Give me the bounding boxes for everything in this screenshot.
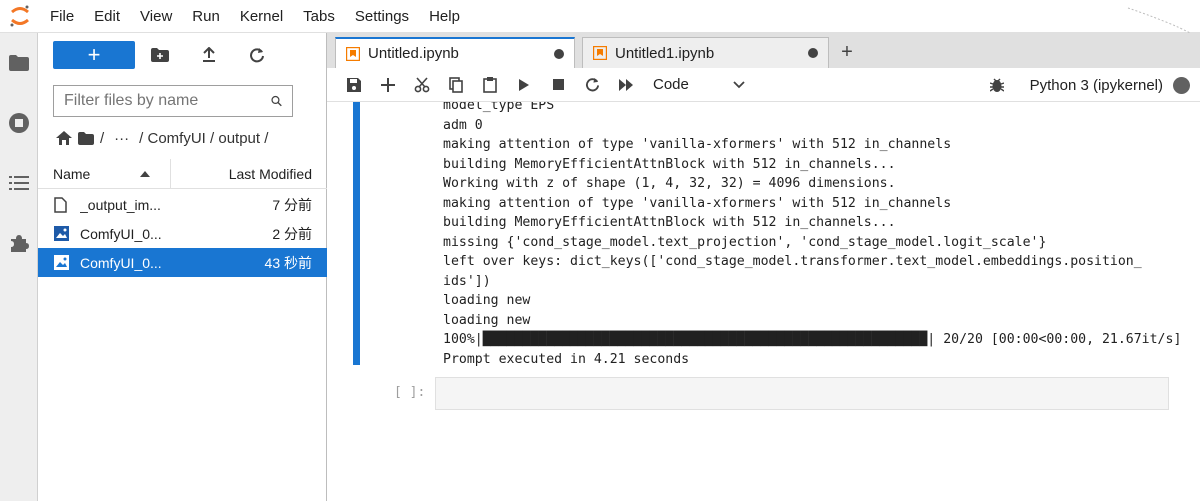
output-line: 100%|███████████████████████████████████… — [443, 332, 1182, 347]
main-area: Untitled.ipynb Untitled1.ipynb + Code Py… — [327, 33, 1200, 501]
file-modified: 2 分前 — [272, 225, 312, 242]
output-line: loading new — [443, 293, 531, 308]
cell-type-value: Code — [653, 76, 689, 93]
file-row[interactable]: ComfyUI_0... 2 分前 — [38, 219, 327, 248]
tab-untitled1[interactable]: Untitled1.ipynb — [582, 37, 829, 68]
folder-icon[interactable] — [78, 131, 94, 145]
tab-untitled[interactable]: Untitled.ipynb — [335, 37, 575, 68]
bug-debugger-icon[interactable] — [989, 77, 1004, 93]
menu-settings[interactable]: Settings — [345, 0, 419, 33]
running-stop-icon[interactable] — [0, 105, 38, 141]
search-icon — [271, 95, 282, 107]
jupyter-logo-icon — [0, 0, 40, 33]
column-name-label: Name — [53, 165, 91, 182]
menu-tabs[interactable]: Tabs — [293, 0, 345, 33]
unsaved-dot-icon[interactable] — [554, 48, 564, 59]
new-folder-button[interactable] — [146, 41, 174, 69]
interrupt-button[interactable] — [541, 68, 575, 102]
upload-button[interactable] — [195, 41, 223, 69]
file-name: _output_im... — [80, 196, 161, 213]
run-button[interactable] — [507, 68, 541, 102]
output-line: building MemoryEfficientAttnBlock with 5… — [443, 156, 896, 172]
file-browser: + / ··· / ComfyUI / output / Name Last M… — [38, 33, 327, 501]
tab-bar: Untitled.ipynb Untitled1.ipynb + — [327, 33, 1200, 68]
kernel-name[interactable]: Python 3 (ipykernel) — [1030, 77, 1163, 94]
output-line: Prompt executed in 4.21 seconds — [443, 351, 690, 367]
save-button[interactable] — [337, 68, 371, 102]
cell-output: model_type EPS adm 0 making attention of t… — [443, 102, 1181, 369]
cut-button[interactable] — [405, 68, 439, 102]
table-of-contents-icon[interactable] — [0, 165, 38, 201]
insert-cell-button[interactable] — [371, 68, 405, 102]
file-name: ComfyUI_0... — [80, 225, 162, 242]
activity-bar — [0, 33, 38, 501]
output-line: building MemoryEfficientAttnBlock with 5… — [443, 215, 896, 230]
menu-kernel[interactable]: Kernel — [230, 0, 293, 33]
file-filter-input[interactable] — [64, 92, 271, 110]
output-line: model_type EPS — [443, 102, 555, 113]
paste-button[interactable] — [473, 68, 507, 102]
breadcrumb-path[interactable]: / ComfyUI / output / — [139, 130, 268, 147]
active-cell-indicator[interactable] — [353, 102, 360, 365]
file-filter-box[interactable] — [53, 85, 293, 117]
file-list-header: Name Last Modified — [38, 158, 327, 189]
file-name: ComfyUI_0... — [80, 254, 162, 271]
input-prompt: [ ]: — [394, 385, 426, 400]
image-icon — [54, 226, 80, 241]
kernel-status-indicator-icon — [1173, 76, 1190, 94]
menu-run[interactable]: Run — [182, 0, 230, 33]
column-header-name[interactable]: Name — [38, 158, 171, 189]
home-icon[interactable] — [56, 131, 72, 145]
chevron-down-icon — [733, 80, 745, 88]
kernel-status: Python 3 (ipykernel) — [989, 68, 1190, 102]
file-browser-toolbar: + — [38, 33, 327, 77]
file-modified: 7 分前 — [272, 196, 312, 213]
restart-kernel-button[interactable] — [575, 68, 609, 102]
output-line: Working with z of shape (1, 4, 32, 32) =… — [443, 176, 896, 191]
cell-type-select[interactable]: Code — [653, 76, 745, 93]
breadcrumb-ellipsis[interactable]: ··· — [114, 130, 129, 147]
new-launcher-button[interactable]: + — [53, 41, 135, 69]
sort-caret-up-icon — [140, 170, 151, 177]
add-tab-button[interactable]: + — [833, 37, 861, 68]
column-header-modified[interactable]: Last Modified — [171, 166, 327, 182]
file-row[interactable]: _output_im... 7 分前 — [38, 190, 327, 219]
output-line: making attention of type 'vanilla-xforme… — [443, 137, 952, 152]
restart-run-all-button[interactable] — [609, 68, 643, 102]
output-line: ids']) — [443, 273, 491, 289]
file-row[interactable]: ComfyUI_0... 43 秒前 — [38, 248, 327, 277]
menu-file[interactable]: File — [40, 0, 84, 33]
menu-view[interactable]: View — [130, 0, 182, 33]
notebook-icon — [346, 46, 360, 61]
breadcrumb: / ··· / ComfyUI / output / — [56, 128, 268, 148]
code-cell-editor[interactable] — [435, 377, 1169, 410]
folder-icon[interactable] — [0, 45, 38, 81]
tab-label: Untitled.ipynb — [368, 45, 459, 62]
output-line: left over keys: dict_keys(['cond_stage_m… — [443, 254, 1142, 269]
extension-puzzle-icon[interactable] — [0, 225, 38, 261]
notebook-icon — [593, 46, 607, 60]
menu-bar: File Edit View Run Kernel Tabs Settings Help — [0, 0, 1200, 35]
plus-icon: + — [87, 42, 101, 67]
notebook-toolbar: Code Python 3 (ipykernel) — [327, 68, 1200, 102]
menu-edit[interactable]: Edit — [84, 0, 130, 33]
file-icon — [54, 196, 80, 213]
image-icon — [54, 255, 80, 270]
output-line: loading new — [443, 312, 531, 328]
tab-label: Untitled1.ipynb — [615, 44, 715, 62]
output-line: missing {'cond_stage_model.text_projecti… — [443, 234, 1047, 250]
file-modified: 43 秒前 — [264, 254, 312, 271]
menu-help[interactable]: Help — [419, 0, 470, 33]
refresh-button[interactable] — [243, 41, 271, 69]
output-line: adm 0 — [443, 117, 483, 133]
unsaved-dot-icon[interactable] — [808, 48, 818, 58]
breadcrumb-separator: / — [100, 129, 105, 147]
output-line: making attention of type 'vanilla-xforme… — [443, 195, 952, 211]
notebook-content: model_type EPS adm 0 making attention of t… — [327, 102, 1200, 501]
copy-button[interactable] — [439, 68, 473, 102]
